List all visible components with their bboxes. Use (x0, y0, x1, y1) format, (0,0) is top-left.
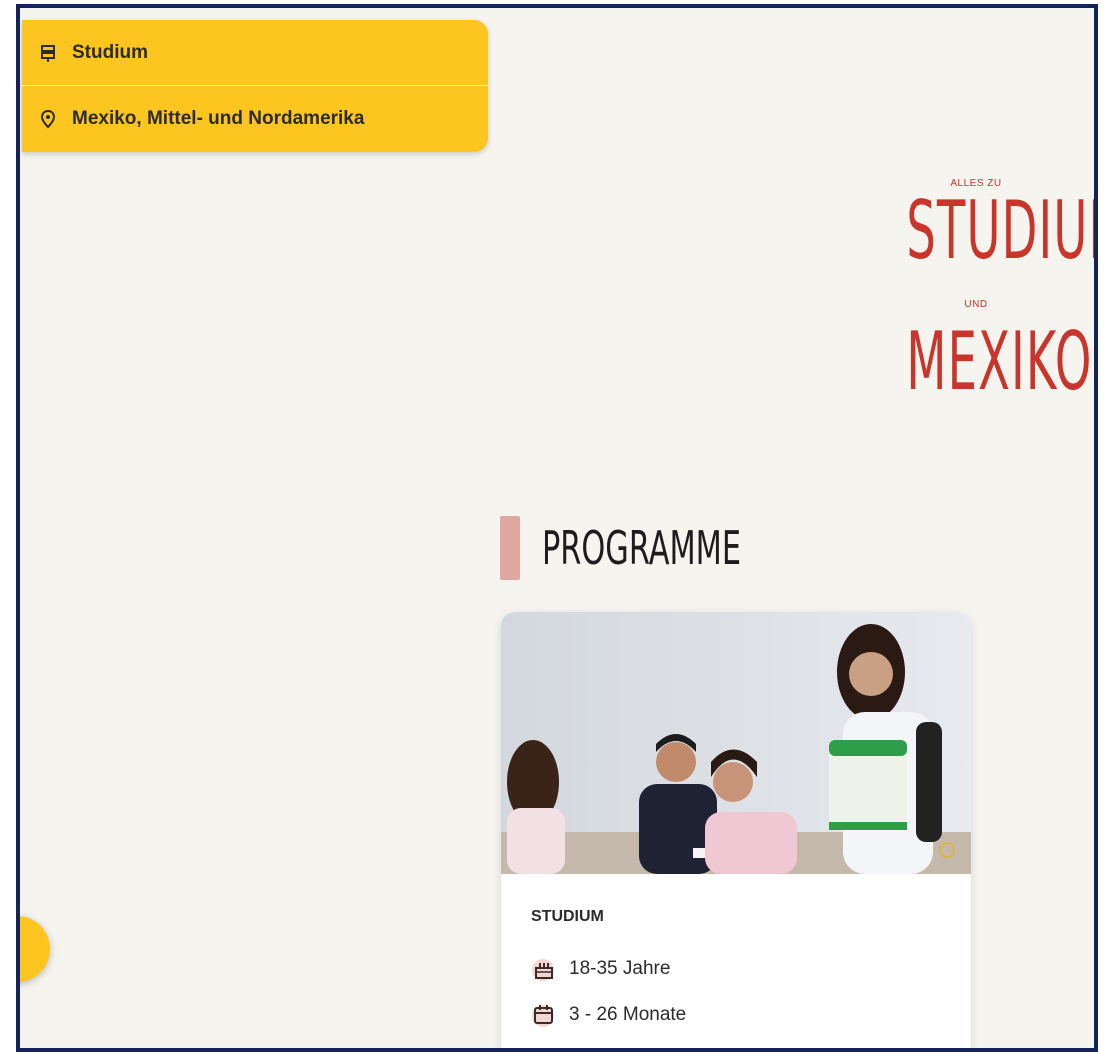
hero-topic: STUDIUM (906, 184, 1094, 277)
programs-section-heading: PROGRAMME (500, 516, 844, 580)
filter-destination-label: Mexiko, Mittel- und Nordamerika (72, 107, 365, 129)
birthday-cake-icon (531, 956, 557, 982)
hero-country: MEXIKO (906, 315, 1093, 408)
hero-connector: UND (964, 299, 988, 310)
duration-row: 3 - 26 Monate (531, 992, 941, 1038)
card-photo (501, 612, 971, 874)
floating-action-button[interactable] (20, 916, 50, 982)
age-range-text: 18-35 Jahre (569, 958, 671, 979)
filter-destination[interactable]: Mexiko, Mittel- und Nordamerika (22, 86, 488, 151)
hero-title: ALLES ZU STUDIUM UND MEXIKO (856, 178, 1094, 408)
browser-viewport: Studium Mexiko, Mittel- und Nordamerika … (16, 4, 1098, 1052)
calendar-icon (531, 1002, 557, 1028)
section-accent-bar (500, 516, 520, 580)
filter-program-type-label: Studium (72, 41, 148, 63)
duration-text: 3 - 26 Monate (569, 1004, 687, 1025)
filter-program-type[interactable]: Studium (22, 20, 488, 85)
filter-panel: Studium Mexiko, Mittel- und Nordamerika (22, 20, 488, 152)
program-card[interactable]: STUDIUM 18-35 Jahre 3 - 26 Monate (501, 612, 971, 1048)
program-type-label: STUDIUM (531, 908, 604, 925)
age-range-row: 18-35 Jahre (531, 946, 941, 992)
location-pin-icon (38, 109, 58, 129)
signpost-icon (38, 43, 58, 63)
section-title: PROGRAMME (542, 521, 742, 575)
